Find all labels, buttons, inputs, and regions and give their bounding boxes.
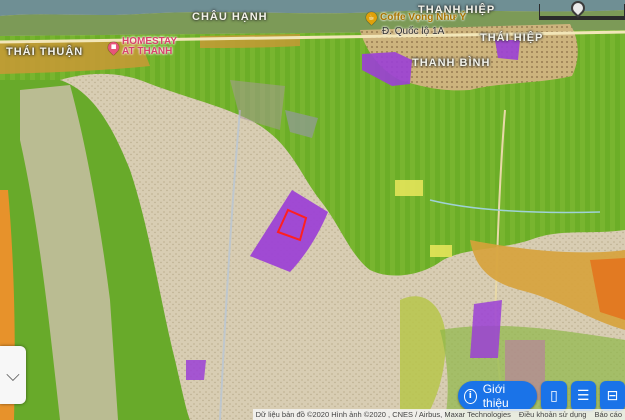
collapse-panel-button[interactable]: ⌵ xyxy=(0,346,26,404)
scale-bar-line xyxy=(539,16,625,20)
poi-homestay-line2: AT THANH xyxy=(122,46,173,57)
report-link[interactable]: Báo cáo xyxy=(594,410,622,419)
document-button[interactable]: ▯ xyxy=(541,381,567,411)
place-label-chau-hanh: CHÂU HẠNH xyxy=(192,11,268,23)
residential-band-center xyxy=(200,34,300,48)
map-attribution: Dữ liệu bản đồ ©2020 Hình ảnh ©2020 , CN… xyxy=(252,409,625,420)
place-label-thanh-binh: THANH BÌNH xyxy=(412,57,491,69)
chevron-icon: ⌵ xyxy=(6,364,20,386)
book-button[interactable]: ⊟ xyxy=(599,381,625,411)
road-label-ql1a: Đ. Quốc lộ 1A xyxy=(382,26,445,37)
poi-homestay[interactable]: ◼ HOMESTAY AT THANH xyxy=(105,37,177,57)
yellow-plot-1 xyxy=(395,180,423,196)
intro-button[interactable]: i Giới thiệu xyxy=(458,381,538,411)
list-document-button[interactable]: ☰ xyxy=(570,381,596,411)
purple-plot-small xyxy=(186,360,206,380)
poi-coffee[interactable]: ☕ Coffe Vọng Như Ý xyxy=(363,9,467,26)
place-label-thai-hiep: THÁI HIỆP xyxy=(480,32,544,44)
terms-link[interactable]: Điều khoản sử dụng xyxy=(519,410,587,419)
attribution-data: Dữ liệu bản đồ ©2020 Hình ảnh ©2020 , CN… xyxy=(255,410,511,419)
map-toolbar: i Giới thiệu ▯ ☰ ⊟ xyxy=(458,380,625,412)
poi-coffee-label: Coffe Vọng Như Ý xyxy=(380,12,467,23)
purple-zone-south xyxy=(470,300,502,358)
yellow-plot-2 xyxy=(430,245,452,257)
bed-icon: ◼ xyxy=(105,39,122,55)
book-icon: ⊟ xyxy=(606,388,619,404)
map-view[interactable]: CHÂU HẠNH THẠNH HIỆP THÁI THUẬN THÁI HIỆ… xyxy=(0,0,625,420)
scale-bar-tick-left xyxy=(539,4,540,18)
info-icon: i xyxy=(464,388,477,404)
intro-button-label: Giới thiệu xyxy=(482,382,509,410)
place-label-thai-thuan: THÁI THUẬN xyxy=(6,46,84,58)
list-document-icon: ☰ xyxy=(576,388,590,404)
document-icon: ▯ xyxy=(550,388,558,404)
coffee-cup-icon: ☕ xyxy=(363,9,380,26)
satellite-map[interactable] xyxy=(0,0,625,420)
